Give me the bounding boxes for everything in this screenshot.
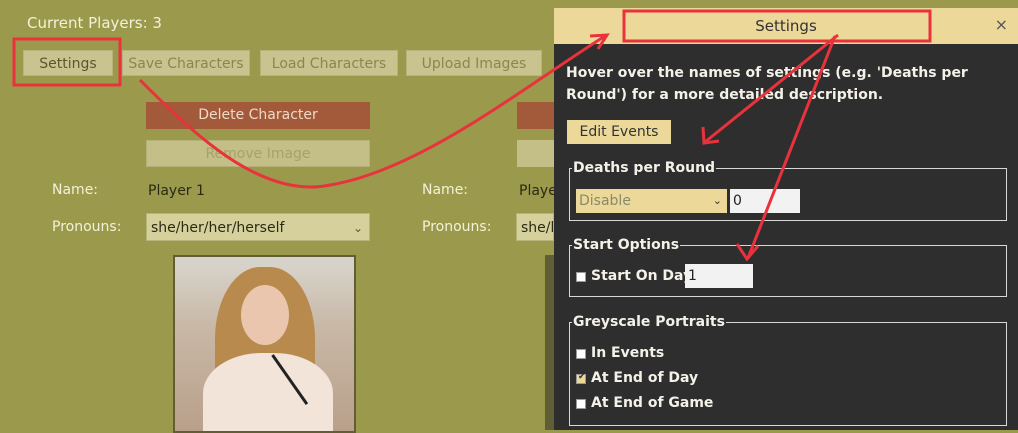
pronouns-select-value: she/her/her/herself [151, 220, 285, 236]
greyscale-portraits-legend[interactable]: Greyscale Portraits [572, 314, 726, 330]
player2-pronouns-select[interactable]: she/h [516, 213, 554, 241]
current-players-count: Current Players: 3 [27, 14, 162, 32]
settings-dialog: Settings × Hover over the names of setti… [554, 8, 1018, 430]
player2-delete-button[interactable] [517, 102, 554, 129]
remove-image-button[interactable]: Remove Image [146, 140, 370, 167]
settings-button[interactable]: Settings [23, 50, 113, 76]
delete-character-button[interactable]: Delete Character [146, 102, 370, 129]
close-icon[interactable]: × [995, 17, 1008, 33]
start-options-legend[interactable]: Start Options [572, 237, 680, 253]
save-characters-button[interactable]: Save Characters [122, 50, 250, 76]
check-icon: ✔ [578, 372, 586, 382]
in-events-checkbox[interactable] [576, 349, 586, 359]
player2-pronouns-label: Pronouns: [422, 219, 492, 235]
settings-dialog-title: Settings [554, 8, 1018, 44]
name-input[interactable]: Player 1 [148, 183, 205, 199]
in-events-label[interactable]: In Events [591, 345, 664, 361]
start-on-day-label[interactable]: Start On Day [591, 268, 692, 284]
name-label: Name: [52, 182, 99, 198]
pronouns-select[interactable]: she/her/her/herself ⌄ [146, 213, 370, 241]
player2-pronouns-value: she/h [521, 220, 553, 236]
load-characters-button[interactable]: Load Characters [260, 50, 398, 76]
start-on-day-input[interactable]: 1 [685, 264, 753, 288]
at-end-of-game-label[interactable]: At End of Game [591, 395, 713, 411]
player2-remove-image-button[interactable] [517, 140, 554, 167]
deaths-per-round-select[interactable]: Disable ⌄ [576, 189, 727, 213]
start-options-group: Start Options [569, 237, 1007, 297]
deaths-per-round-input[interactable]: 0 [730, 189, 800, 213]
edit-events-button[interactable]: Edit Events [567, 120, 671, 144]
pronouns-label: Pronouns: [52, 219, 122, 235]
deaths-per-round-select-value: Disable [579, 193, 631, 209]
player2-name-input[interactable]: Playe [519, 183, 557, 199]
at-end-of-day-checkbox[interactable]: ✔ [576, 372, 586, 384]
player2-portrait-edge [545, 255, 554, 430]
player2-name-label: Name: [422, 182, 469, 198]
upload-images-button[interactable]: Upload Images [406, 50, 542, 76]
start-on-day-checkbox[interactable] [576, 272, 586, 282]
player-portrait-image [173, 255, 356, 433]
deaths-per-round-legend[interactable]: Deaths per Round [572, 160, 716, 176]
at-end-of-day-label[interactable]: At End of Day [591, 370, 698, 386]
settings-description: Hover over the names of settings (e.g. '… [566, 65, 968, 103]
chevron-down-icon: ⌄ [712, 194, 722, 207]
at-end-of-game-checkbox[interactable] [576, 399, 586, 409]
chevron-down-icon: ⌄ [352, 221, 363, 235]
